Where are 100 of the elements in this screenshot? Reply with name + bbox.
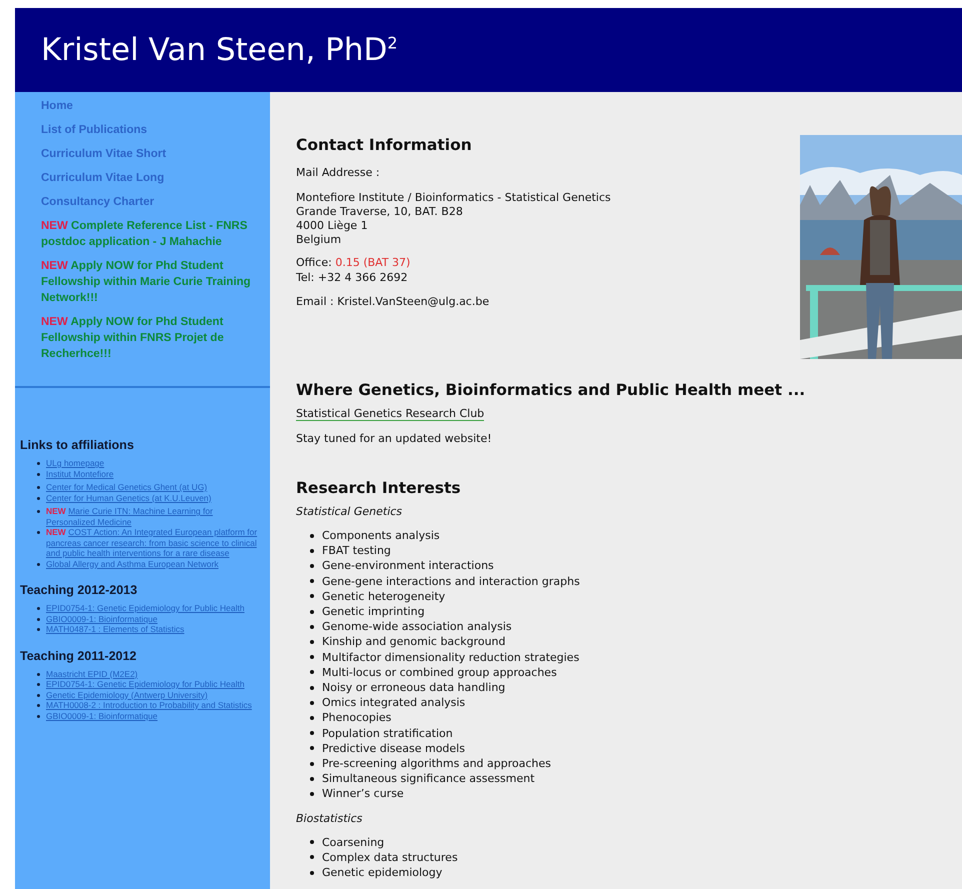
bullet-icon <box>37 607 40 610</box>
bullet-icon <box>37 704 40 707</box>
site-title: Kristel Van Steen, PhD$^{2}$ <box>41 32 398 68</box>
interest-item: Components analysis <box>322 528 440 544</box>
interest-item: Genetic imprinting <box>322 604 425 620</box>
interest-item: Kinship and genomic background <box>322 634 506 650</box>
interest-item: Phenocopies <box>322 710 392 726</box>
interest-item: Simultaneous significance assessment <box>322 771 535 786</box>
bullet-icon <box>37 496 40 500</box>
affiliation-link[interactable]: Center for Human Genetics (at K.U.Leuven) <box>46 492 212 503</box>
bullet-icon <box>310 564 314 568</box>
office-value: 0.15 (BAT 37) <box>335 256 410 269</box>
nav-link[interactable]: Consultancy Charter <box>41 194 260 210</box>
affiliation-link[interactable]: Genetic Epidemiology (Antwerp University) <box>46 690 208 700</box>
bullet-icon <box>310 716 314 720</box>
bullet-icon <box>37 531 40 534</box>
nav-link[interactable]: Home <box>41 98 260 114</box>
bullet-icon <box>310 686 314 690</box>
bullet-icon <box>310 700 314 705</box>
affiliation-link[interactable]: ULg homepage <box>46 458 104 468</box>
affiliation-link[interactable]: Center for Medical Genetics Ghent (at UG) <box>46 482 208 492</box>
nav-link[interactable]: NEW Complete Reference List - FNRS postdoc application - J Mahachie <box>41 218 260 250</box>
bullet-icon <box>310 594 314 598</box>
interest-item: Genetic epidemiology <box>322 865 442 880</box>
bullet-icon <box>310 579 314 584</box>
interest-item: Complex data structures <box>322 850 458 866</box>
interest-item: Predictive disease models <box>322 740 465 756</box>
affiliation-link[interactable]: EPID0754-1: Genetic Epidemiology for Public Health <box>46 603 244 614</box>
section-heading: Teaching 2011-2012 <box>20 648 138 662</box>
nav-link[interactable]: NEW Apply NOW for Phd Student Fellowship within FNRS Projet de Recherhce!!! <box>41 314 260 362</box>
interest-item: Multifactor dimensionality reduction strategies <box>322 650 580 665</box>
nav-link[interactable]: NEW Apply NOW for Phd Student Fellowship within Marie Curie Training Network!!! <box>41 258 260 306</box>
club-link[interactable]: Statistical Genetics Research Club <box>296 407 484 421</box>
bullet-icon <box>310 655 314 660</box>
bullet-icon <box>37 510 40 513</box>
subheading: Statistical Genetics <box>296 505 404 518</box>
interest-item: Genetic heterogeneity <box>322 588 446 604</box>
bullet-icon <box>310 762 314 766</box>
affiliation-link[interactable]: Global Allergy and Asthma European Network <box>46 558 218 569</box>
bullet-icon <box>37 694 40 696</box>
note-text: Stay tuned for an updated website! <box>296 432 493 445</box>
bullet-icon <box>310 855 314 860</box>
interest-item: Multi-locus or combined group approaches <box>322 664 557 680</box>
email-text: Email : Kristel.VanSteen@ulg.ac.be <box>296 295 490 308</box>
interest-item: Pre-screening algorithms and approaches <box>322 756 552 772</box>
affiliation-link[interactable]: NEW Marie Curie ITN: Machine Learning for Personalized Medicine <box>46 506 262 527</box>
bullet-icon <box>37 618 40 620</box>
interest-item: Gene-gene interactions and interaction graphs <box>322 574 580 589</box>
interest-item: Gene-environment interactions <box>322 558 494 574</box>
interest-item: Genome-wide association analysis <box>322 619 512 634</box>
bullet-icon <box>310 670 314 674</box>
section-heading: Research Interests <box>296 479 462 497</box>
bullet-icon <box>310 548 314 553</box>
affiliation-link[interactable]: EPID0754-1: Genetic Epidemiology for Public Health <box>46 679 244 690</box>
affiliation-link[interactable]: MATH0487-1 : Elements of Statistics <box>46 624 184 634</box>
bullet-icon <box>37 714 40 718</box>
bullet-icon <box>310 731 314 736</box>
bullet-icon <box>37 683 40 686</box>
interest-item: FBAT testing <box>322 543 391 558</box>
nav-link[interactable]: Curriculum Vitae Short <box>41 146 260 162</box>
bullet-icon <box>310 840 314 844</box>
bullet-icon <box>37 672 40 676</box>
section-heading: Contact Information <box>296 136 473 154</box>
bullet-icon <box>37 486 40 489</box>
affiliation-link[interactable]: NEW COST Action: An Integrated European platform for pancreas cancer research: from basic science to clinical and public health interventions for a rare disease <box>46 527 262 558</box>
affiliation-link[interactable]: GBIO0009-1: Bioinformatique <box>46 614 158 624</box>
phone-text: Tel: +32 4 366 2692 <box>296 270 409 285</box>
bullet-icon <box>310 792 314 796</box>
nav-link[interactable]: Curriculum Vitae Long <box>41 170 260 186</box>
bullet-icon <box>310 624 314 629</box>
affiliation-link[interactable]: MATH0008-2 : Introduction to Probability and Statistics <box>46 700 252 710</box>
bullet-icon <box>310 870 314 875</box>
bullet-icon <box>37 562 40 566</box>
office-label: Office: <box>296 256 332 269</box>
interest-item: Winner’s curse <box>322 786 404 802</box>
interest-item: Noisy or erroneous data handling <box>322 680 506 696</box>
section-heading: Where Genetics, Bioinformatics and Public Health meet ... <box>296 381 806 399</box>
section-heading: Links to affiliations <box>20 438 135 452</box>
bullet-icon <box>37 628 40 631</box>
affiliation-link[interactable]: GBIO0009-1: Bioinformatique <box>46 710 158 721</box>
bullet-icon <box>37 472 40 476</box>
interest-item: Omics integrated analysis <box>322 695 466 710</box>
mail-label: Mail Addresse : <box>296 166 381 179</box>
section-heading: Teaching 2012-2013 <box>20 583 138 597</box>
subheading: Biostatistics <box>296 812 364 825</box>
address-line: Grande Traverse, 10, BAT. B28 <box>296 205 464 219</box>
bullet-icon <box>37 462 40 465</box>
bullet-icon <box>310 610 314 614</box>
bullet-icon <box>310 640 314 644</box>
address-line: Belgium <box>296 233 342 247</box>
affiliation-link[interactable]: Maastricht EPID (M2E2) <box>46 668 138 679</box>
interest-item: Population stratification <box>322 726 453 741</box>
address-line: Montefiore Institute / Bioinformatics - Statistical Genetics <box>296 191 611 205</box>
address-line: 4000 Liège 1 <box>296 219 369 233</box>
bullet-icon <box>310 534 314 538</box>
bullet-icon <box>310 746 314 750</box>
affiliation-link[interactable]: Institut Montefiore <box>46 468 114 479</box>
nav-link[interactable]: List of Publications <box>41 122 260 138</box>
bullet-icon <box>310 776 314 781</box>
interest-item: Coarsening <box>322 834 384 850</box>
